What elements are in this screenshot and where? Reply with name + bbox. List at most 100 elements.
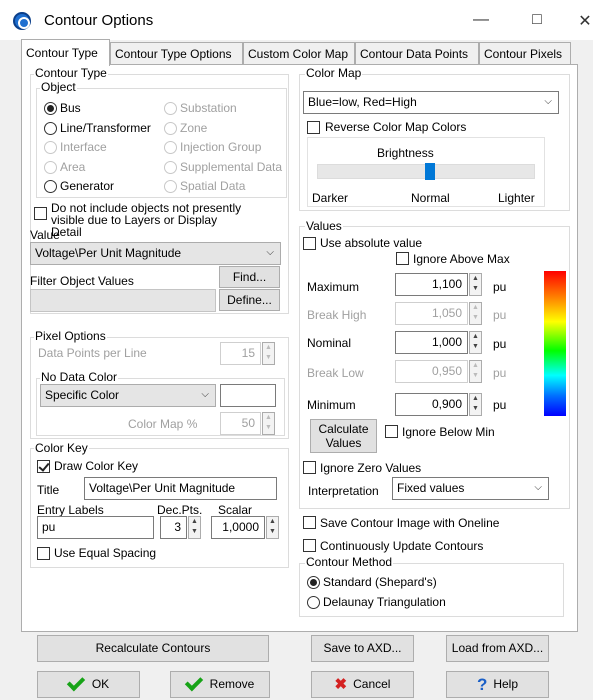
radio-injection-group-label: Injection Group	[180, 140, 262, 154]
find-button[interactable]: Find...	[219, 266, 280, 288]
radio-substation-label: Substation	[180, 101, 237, 115]
close-button[interactable]: ✕	[570, 11, 593, 31]
window-title: Contour Options	[44, 12, 154, 29]
minimize-button[interactable]: —	[466, 11, 496, 29]
equal-spacing-checkbox[interactable]	[37, 547, 50, 560]
continuous-update-checkbox[interactable]	[303, 539, 316, 552]
tab-custom-color-map[interactable]: Custom Color Map	[243, 42, 355, 65]
color-key-label: Color Key	[34, 441, 89, 455]
object-group-label: Object	[40, 80, 77, 94]
brightness-label: Brightness	[377, 146, 434, 160]
scalar-label: Scalar	[218, 503, 253, 517]
ignore-below-min-checkbox[interactable]	[385, 425, 398, 438]
not-include-label: Do not include objects not presently vis…	[51, 201, 242, 239]
no-data-color-swatch[interactable]	[220, 384, 276, 407]
color-map-pct-input: 50	[220, 412, 261, 435]
normal-label: Normal	[411, 191, 450, 205]
absolute-value-checkbox[interactable]	[303, 237, 316, 250]
tab-contour-type-options[interactable]: Contour Type Options	[110, 42, 243, 65]
cancel-button[interactable]: ✖ Cancel	[311, 671, 414, 698]
radio-supplemental-data-label: Supplemental Data	[180, 160, 283, 174]
radio-area	[44, 161, 57, 174]
dec-pts-input[interactable]: 3	[160, 516, 187, 539]
dec-pts-label: Dec.Pts.	[157, 503, 203, 517]
lighter-label: Lighter	[498, 191, 535, 205]
filter-input[interactable]	[30, 289, 216, 312]
ignore-zero-checkbox[interactable]	[303, 461, 316, 474]
continuous-update-label: Continuously Update Contours	[320, 539, 484, 553]
data-points-label: Data Points per Line	[38, 346, 147, 360]
radio-bus[interactable]	[44, 102, 57, 115]
brightness-slider-thumb[interactable]	[425, 163, 435, 180]
scalar-input[interactable]: 1,0000	[211, 516, 265, 539]
darker-label: Darker	[312, 191, 349, 205]
calculate-values-button[interactable]: Calculate Values	[310, 419, 377, 453]
title-field-label: Title	[37, 483, 60, 497]
ok-button[interactable]: OK	[37, 671, 140, 698]
radio-standard-shepards[interactable]	[307, 576, 320, 589]
app-icon	[13, 12, 31, 30]
color-map-pct-spinner: ▲ ▼	[262, 412, 275, 435]
maximum-unit: pu	[493, 280, 507, 294]
ignore-above-max-checkbox[interactable]	[396, 252, 409, 265]
values-label: Values	[305, 219, 343, 233]
reverse-colors-label: Reverse Color Map Colors	[325, 120, 467, 134]
minimum-input[interactable]: 0,900	[395, 393, 468, 416]
break-high-label: Break High	[307, 308, 367, 322]
data-points-input: 15	[220, 342, 261, 365]
maximum-label: Maximum	[307, 280, 360, 294]
help-button[interactable]: ? Help	[446, 671, 549, 698]
tab-contour-pixels[interactable]: Contour Pixels	[479, 42, 571, 65]
remove-button[interactable]: Remove	[170, 671, 270, 698]
color-map-pct-label: Color Map %	[128, 417, 198, 431]
chevron-down-icon: ⌵	[534, 482, 542, 493]
value-select[interactable]: Voltage\Per Unit Magnitude ⌵	[30, 242, 281, 265]
color-map-gradient	[544, 271, 566, 416]
minimum-spinner[interactable]: ▲ ▼	[469, 393, 482, 416]
scalar-spinner[interactable]: ▲ ▼	[266, 516, 279, 539]
nominal-spinner[interactable]: ▲ ▼	[469, 331, 482, 354]
maximum-input[interactable]: 1,100	[395, 273, 468, 296]
color-map-label: Color Map	[305, 66, 363, 80]
save-image-label: Save Contour Image with Oneline	[320, 516, 500, 530]
not-include-checkbox[interactable]	[34, 207, 47, 220]
dec-pts-spinner[interactable]: ▲ ▼	[188, 516, 201, 539]
radio-zone-label: Zone	[180, 121, 208, 135]
radio-generator[interactable]	[44, 180, 57, 193]
contour-type-group-label: Contour Type	[34, 66, 108, 80]
save-to-axd-button[interactable]: Save to AXD...	[311, 635, 414, 662]
radio-line-transformer[interactable]	[44, 122, 57, 135]
draw-color-key-checkbox[interactable]	[37, 460, 50, 473]
nominal-unit: pu	[493, 337, 507, 351]
chevron-down-icon: ⌵	[266, 247, 274, 258]
no-data-color-select[interactable]: Specific Color ⌵	[40, 384, 216, 407]
cancel-button-label: Cancel	[353, 677, 391, 691]
define-button[interactable]: Define...	[219, 289, 280, 311]
tab-contour-data-points[interactable]: Contour Data Points	[355, 42, 479, 65]
value-label: Value	[30, 228, 60, 242]
color-map-select[interactable]: Blue=low, Red=High ⌵	[303, 91, 559, 114]
reverse-colors-checkbox[interactable]	[307, 121, 320, 134]
entry-labels-input[interactable]: pu	[37, 516, 154, 539]
tab-contour-type[interactable]: Contour Type	[21, 39, 110, 66]
maximum-spinner[interactable]: ▲ ▼	[469, 273, 482, 296]
break-low-spinner: ▲ ▼	[469, 360, 482, 383]
close-icon: ✖	[334, 676, 348, 694]
ok-button-label: OK	[91, 677, 110, 691]
checkmark-icon	[184, 672, 203, 692]
title-input[interactable]: Voltage\Per Unit Magnitude	[84, 477, 277, 500]
save-image-checkbox[interactable]	[303, 516, 316, 529]
recalculate-contours-button[interactable]: Recalculate Contours	[37, 635, 269, 662]
interpretation-select[interactable]: Fixed values ⌵	[392, 477, 549, 500]
radio-bus-label: Bus	[60, 101, 81, 115]
interpretation-label: Interpretation	[308, 484, 379, 498]
nominal-input[interactable]: 1,000	[395, 331, 468, 354]
radio-injection-group	[164, 141, 177, 154]
break-low-unit: pu	[493, 366, 507, 380]
help-button-label: Help	[493, 677, 519, 691]
help-icon: ?	[476, 675, 488, 695]
radio-delaunay[interactable]	[307, 596, 320, 609]
radio-area-label: Area	[60, 160, 86, 174]
maximize-button[interactable]: □	[522, 11, 552, 29]
load-from-axd-button[interactable]: Load from AXD...	[446, 635, 549, 662]
